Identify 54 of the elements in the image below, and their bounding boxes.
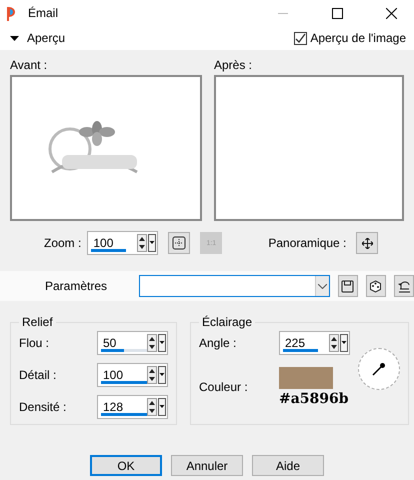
dice-icon xyxy=(369,280,382,292)
move-icon xyxy=(362,238,373,248)
dropdown-icon[interactable] xyxy=(148,234,156,252)
angle-dial[interactable] xyxy=(358,348,400,390)
spin-field[interactable]: 100 xyxy=(97,363,168,387)
reset-button[interactable] xyxy=(394,275,414,297)
zoom-label: Zoom : xyxy=(44,236,82,250)
save-button[interactable] xyxy=(338,275,358,297)
spin-arrows-icon[interactable] xyxy=(137,234,148,252)
dialog-button[interactable]: Annuler xyxy=(171,455,243,476)
field-label: Densité : xyxy=(19,400,66,414)
before-label: Avant : xyxy=(10,58,48,72)
preview-toggle[interactable]: Aperçu xyxy=(10,31,66,45)
spin-arrows-icon[interactable] xyxy=(329,334,339,352)
angle-label: Angle : xyxy=(199,336,238,350)
close-icon[interactable] xyxy=(386,8,396,18)
spin-field[interactable]: 225 xyxy=(279,331,350,355)
checkbox-label: Aperçu de l'image xyxy=(310,31,406,45)
maximize-icon[interactable] xyxy=(332,8,342,18)
dropdown-icon[interactable] xyxy=(158,398,166,416)
color-label: Couleur : xyxy=(199,380,249,394)
value-bar xyxy=(283,349,318,352)
dialog-button[interactable]: Aide xyxy=(252,455,324,476)
color-code: #a5896b xyxy=(279,391,349,407)
spin-arrows-icon[interactable] xyxy=(147,334,157,352)
dropdown-icon[interactable] xyxy=(158,334,166,352)
reset-icon xyxy=(396,280,411,292)
group-title: Relief xyxy=(21,315,54,329)
value-bar xyxy=(91,249,126,252)
spin-arrows-icon[interactable] xyxy=(147,398,157,416)
checkbox[interactable] xyxy=(294,32,308,44)
field-label: Détail : xyxy=(19,368,56,382)
spin-arrows-icon[interactable] xyxy=(147,366,157,384)
spin-field[interactable]: 50 xyxy=(97,331,168,355)
save-icon xyxy=(341,280,354,292)
dropdown-icon[interactable] xyxy=(158,366,166,384)
fit-button[interactable] xyxy=(168,232,190,254)
pan-button[interactable] xyxy=(356,232,378,254)
field-label: Flou : xyxy=(19,336,50,350)
dialog-button[interactable]: OK xyxy=(90,455,162,476)
presets-dropdown[interactable] xyxy=(139,275,330,297)
fit-icon xyxy=(172,236,186,250)
window-title: Émail xyxy=(28,6,60,20)
after-label: Après : xyxy=(214,58,254,72)
randomize-button[interactable] xyxy=(366,275,386,297)
group-title: Éclairage xyxy=(201,315,254,329)
pan-label: Panoramique : xyxy=(268,236,346,250)
presets-label: Paramètres xyxy=(45,279,108,293)
spin-field[interactable]: 128 xyxy=(97,395,168,419)
color-swatch[interactable] xyxy=(279,367,333,389)
spin-field[interactable]: 100 xyxy=(87,231,158,255)
light-direction-icon xyxy=(372,362,386,376)
chevron-icon xyxy=(318,284,327,288)
dropdown-icon[interactable] xyxy=(340,334,348,352)
